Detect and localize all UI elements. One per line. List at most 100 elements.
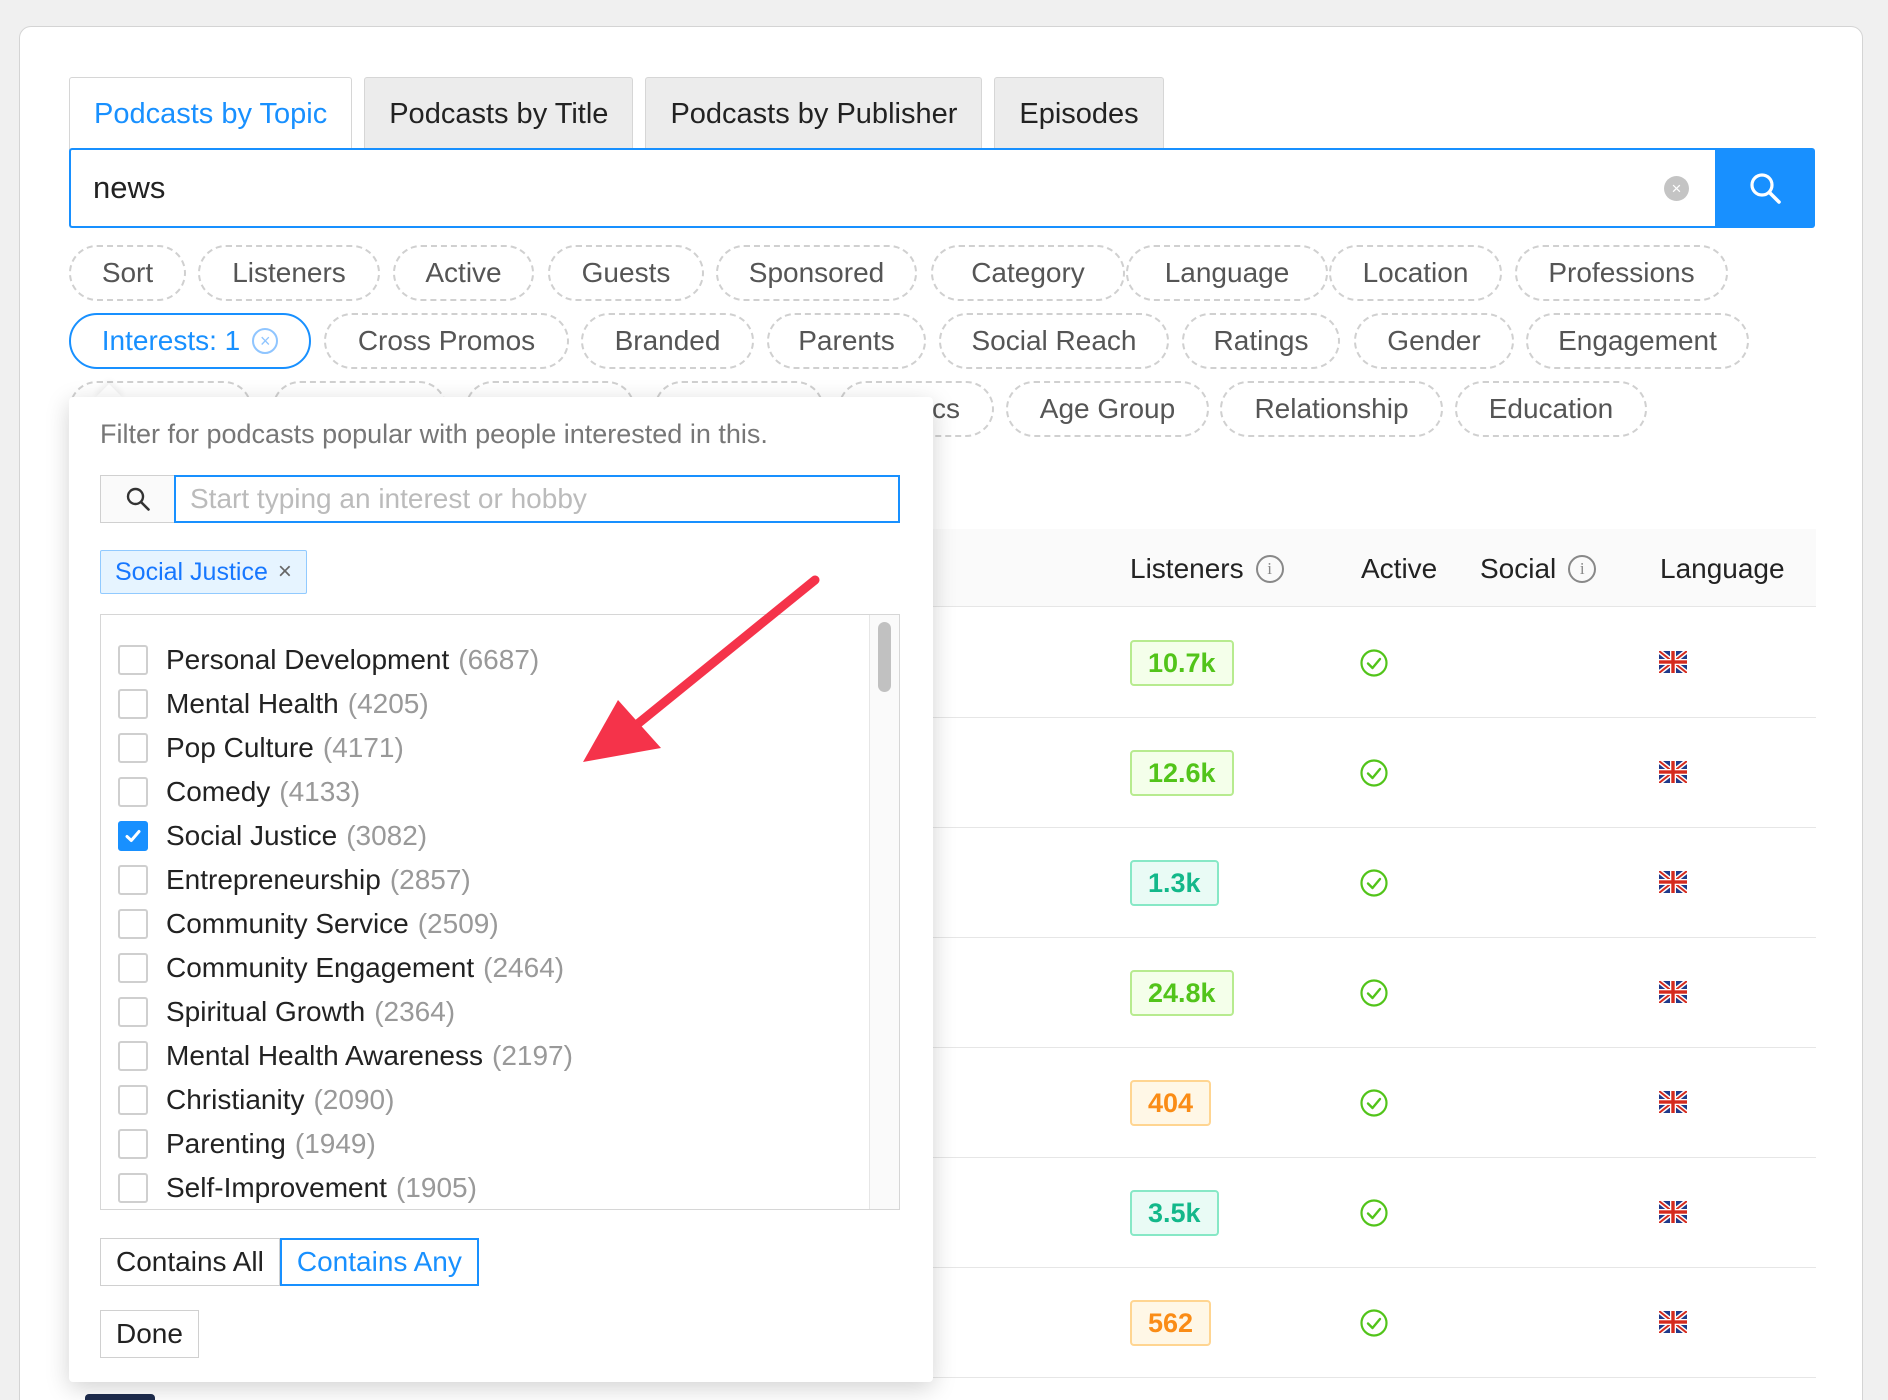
info-icon[interactable]: i	[1568, 555, 1597, 583]
uk-flag-icon	[1659, 1311, 1687, 1333]
interest-options-list[interactable]: Personal Development (6687) Mental Health (…	[100, 614, 900, 1210]
checkbox[interactable]	[118, 1173, 148, 1203]
info-icon[interactable]: i	[1255, 555, 1284, 583]
table-row[interactable]: 404	[920, 1048, 1816, 1158]
uk-flag-icon	[1659, 1201, 1687, 1223]
active-check-icon	[1360, 1309, 1388, 1337]
filter-engagement[interactable]: Engagement	[1526, 313, 1749, 369]
active-check-icon	[1360, 649, 1388, 677]
contains-all-button[interactable]: Contains All	[100, 1238, 280, 1286]
interest-option[interactable]: Social Justice (3082)	[118, 814, 427, 858]
filter-active[interactable]: Active	[393, 245, 534, 301]
active-check-icon	[1360, 1199, 1388, 1227]
listeners-badge: 404	[1130, 1080, 1212, 1126]
tab-podcasts-by-publisher[interactable]: Podcasts by Publisher	[645, 77, 983, 150]
clear-circle-icon[interactable]: ×	[1664, 176, 1689, 201]
scrollbar[interactable]	[869, 615, 899, 1209]
scrollbar-thumb[interactable]	[878, 622, 891, 692]
filter-professions[interactable]: Professions	[1515, 245, 1728, 301]
filter-interests[interactable]: Interests: 1 ×	[69, 313, 311, 369]
interest-option-label: Pop Culture	[166, 732, 314, 763]
filter-ratings[interactable]: Ratings	[1182, 313, 1340, 369]
interest-option[interactable]: Community Engagement (2464)	[118, 946, 564, 990]
filter-parents[interactable]: Parents	[767, 313, 926, 369]
table-row[interactable]: 3.5k	[920, 1158, 1816, 1268]
checkbox[interactable]	[118, 909, 148, 939]
remove-tag-icon[interactable]: ×	[278, 558, 292, 586]
checkbox[interactable]	[118, 645, 148, 675]
interest-option[interactable]: Comedy (4133)	[118, 770, 360, 814]
filter-location[interactable]: Location	[1329, 245, 1502, 301]
checkbox[interactable]	[118, 777, 148, 807]
interest-option[interactable]: Mental Health Awareness (2197)	[118, 1034, 573, 1078]
filter-relationship[interactable]: Relationship	[1220, 381, 1443, 437]
tab-episodes[interactable]: Episodes	[994, 77, 1164, 150]
checkbox[interactable]	[118, 953, 148, 983]
checkbox[interactable]	[118, 689, 148, 719]
interest-search	[100, 475, 900, 523]
tab-podcasts-by-title[interactable]: Podcasts by Title	[364, 77, 634, 150]
active-check-icon	[1360, 979, 1388, 1007]
uk-flag-icon	[1659, 871, 1687, 893]
column-language[interactable]: Language	[1660, 553, 1785, 585]
filter-sponsored[interactable]: Sponsored	[716, 245, 917, 301]
checkbox-checked[interactable]	[118, 821, 148, 851]
column-social[interactable]: Social i	[1480, 553, 1597, 585]
clear-filter-icon[interactable]: ×	[252, 328, 279, 354]
interest-option[interactable]: Entrepreneurship (2857)	[118, 858, 471, 902]
filter-category[interactable]: Category	[931, 245, 1125, 301]
interest-option[interactable]: Mental Health (4205)	[118, 682, 429, 726]
filter-age-group[interactable]: Age Group	[1006, 381, 1209, 437]
interest-option[interactable]: Self-Improvement (1905)	[118, 1166, 477, 1209]
table-row[interactable]: 562	[920, 1268, 1816, 1378]
checkbox[interactable]	[118, 733, 148, 763]
interest-option-count: (2509)	[417, 908, 499, 939]
interest-option-label: Comedy	[166, 776, 271, 807]
interest-option-count: (2857)	[389, 864, 471, 895]
table-row[interactable]: 24.8k	[920, 938, 1816, 1048]
interest-option[interactable]: Community Service (2509)	[118, 902, 499, 946]
filter-sort[interactable]: Sort	[69, 245, 186, 301]
interest-option[interactable]: Spiritual Growth (2364)	[118, 990, 455, 1034]
filter-listeners[interactable]: Listeners	[198, 245, 380, 301]
listeners-badge: 1.3k	[1130, 860, 1219, 906]
column-listeners[interactable]: Listeners i	[1130, 553, 1284, 585]
filter-gender[interactable]: Gender	[1354, 313, 1514, 369]
column-listeners-label: Listeners	[1130, 553, 1244, 584]
search-input[interactable]	[69, 148, 1715, 228]
interest-option[interactable]: Christianity (2090)	[118, 1078, 394, 1122]
contains-any-button[interactable]: Contains Any	[279, 1238, 479, 1286]
column-active[interactable]: Active	[1361, 553, 1437, 585]
checkbox[interactable]	[118, 1041, 148, 1071]
listeners-badge: 3.5k	[1130, 1190, 1219, 1236]
done-button[interactable]: Done	[100, 1310, 199, 1358]
filter-education[interactable]: Education	[1455, 381, 1647, 437]
checkbox[interactable]	[118, 865, 148, 895]
interest-search-input[interactable]	[174, 475, 900, 523]
checkbox[interactable]	[118, 997, 148, 1027]
interest-option-count: (1905)	[395, 1172, 477, 1203]
table-row[interactable]: 1.3k	[920, 828, 1816, 938]
interest-option-count: (2090)	[313, 1084, 395, 1115]
uk-flag-icon	[1659, 651, 1687, 673]
table-row[interactable]: 12.6k	[920, 718, 1816, 828]
table-row[interactable]: 10.7k	[920, 608, 1816, 718]
tab-podcasts-by-topic[interactable]: Podcasts by Topic	[69, 77, 353, 150]
checkbox[interactable]	[118, 1129, 148, 1159]
filter-guests[interactable]: Guests	[548, 245, 704, 301]
checkbox[interactable]	[118, 1085, 148, 1115]
filter-cross-promos[interactable]: Cross Promos	[324, 313, 569, 369]
filter-social-reach[interactable]: Social Reach	[939, 313, 1169, 369]
interest-option-count: (4133)	[279, 776, 361, 807]
filter-branded[interactable]: Branded	[581, 313, 754, 369]
interest-option-label: Spiritual Growth	[166, 996, 366, 1027]
interest-option-count: (3082)	[346, 820, 428, 851]
search-button[interactable]	[1715, 148, 1815, 228]
interest-option[interactable]: Pop Culture (4171)	[118, 726, 404, 770]
filter-language[interactable]: Language	[1126, 245, 1328, 301]
bottom-element-fragment	[85, 1394, 155, 1400]
interest-option[interactable]: Personal Development (6687)	[118, 638, 539, 682]
search-bar: ×	[69, 148, 1815, 228]
interest-option-count: (4205)	[347, 688, 429, 719]
interest-option[interactable]: Parenting (1949)	[118, 1122, 376, 1166]
